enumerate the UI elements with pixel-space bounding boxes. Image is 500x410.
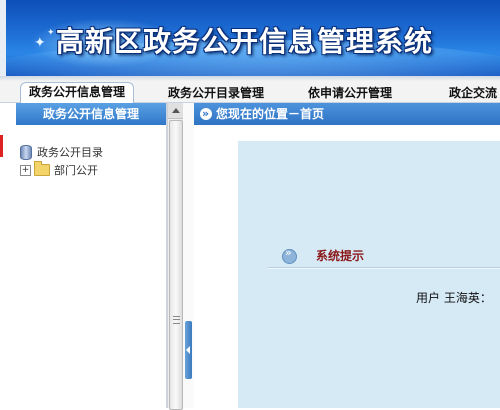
folder-icon — [34, 161, 50, 176]
directory-tree: 政务公开目录 + 部门公开 — [20, 143, 103, 179]
top-navigation: 政务公开信息管理 政务公开目录管理 依申请公开管理 政企交流 — [0, 76, 500, 103]
collapse-icon[interactable] — [185, 321, 192, 379]
panel-splitter[interactable] — [183, 103, 194, 408]
content-panel: 系统提示 用户 王海英： — [238, 141, 500, 408]
sidebar-header: 政务公开信息管理 — [16, 103, 166, 125]
sidebar: 政务公开信息管理 政务公开目录 + 部门公开 — [16, 103, 167, 408]
header-banner: ✦ ✦ 高新区政务公开信息管理系统 — [0, 0, 500, 76]
grip-icon — [173, 316, 180, 324]
star-icon: ✦ — [34, 35, 46, 51]
star-icon: ✦ — [47, 28, 55, 38]
divider — [268, 268, 500, 269]
sidebar-scrollbar[interactable] — [167, 103, 183, 410]
location-bar: 您现在的位置－首页 — [194, 103, 500, 125]
tree-item-label: 部门公开 — [54, 164, 98, 177]
arrow-icon — [282, 246, 297, 264]
app-title: 高新区政务公开信息管理系统 — [56, 25, 434, 58]
tab-catalog-management[interactable]: 政务公开目录管理 — [168, 84, 264, 102]
arrow-icon — [200, 103, 212, 125]
tree-root[interactable]: 政务公开目录 — [20, 143, 103, 161]
tab-application-disclosure[interactable]: 依申请公开管理 — [308, 84, 392, 102]
left-edge-marker — [0, 135, 3, 157]
database-icon — [20, 144, 32, 160]
tab-info-management[interactable]: 政务公开信息管理 — [20, 82, 135, 103]
scroll-up-icon[interactable] — [168, 103, 183, 119]
main-area: 您现在的位置－首页 系统提示 用户 王海英： — [194, 103, 500, 408]
nav-topline — [0, 76, 500, 81]
user-greeting: 用户 王海英： — [416, 291, 492, 305]
expand-icon[interactable]: + — [20, 164, 31, 176]
tab-enterprise-exchange[interactable]: 政企交流 — [449, 84, 497, 102]
location-text: 您现在的位置－首页 — [216, 107, 325, 121]
tree-root-label: 政务公开目录 — [37, 146, 103, 159]
system-tip-title: 系统提示 — [316, 249, 365, 263]
scrollbar-thumb[interactable] — [169, 120, 183, 410]
tree-item-department[interactable]: + 部门公开 — [20, 161, 103, 179]
